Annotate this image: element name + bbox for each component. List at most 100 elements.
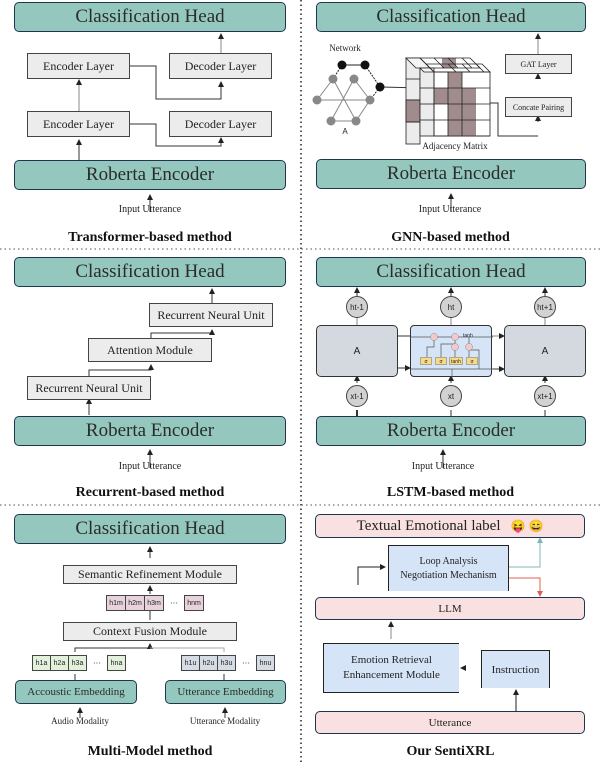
lstm-cell-label: A xyxy=(541,345,549,357)
emotion-retrieval-label-line2: Enhancement Module xyxy=(343,669,440,681)
transformer-caption: Transformer-based method xyxy=(68,230,232,245)
encoder-layer-label: Encoder Layer xyxy=(43,58,114,73)
gnn-head-label: Classification Head xyxy=(376,6,526,27)
attention-module-label: Attention Module xyxy=(107,342,193,357)
instruction-label: Instruction xyxy=(491,663,540,676)
audio-token: hna xyxy=(107,655,126,671)
transformer-decoder-layer-1: Decoder Layer xyxy=(169,111,272,137)
utterance-embedding: Utterance Embedding xyxy=(165,680,286,704)
utterance-box: Utterance xyxy=(315,711,585,734)
ellipsis: ··· xyxy=(242,658,250,668)
gat-layer: GAT Layer xyxy=(505,54,572,74)
roberta-encoder-label: Roberta Encoder xyxy=(85,164,215,185)
context-fusion-module: Context Fusion Module xyxy=(63,622,237,641)
lstm-cell-next: A xyxy=(504,325,586,377)
node-label: A xyxy=(342,127,348,136)
lstm-input-prev: xt-1 xyxy=(346,385,368,407)
concate-pairing-label: Concate Pairing xyxy=(512,102,565,112)
lstm-caption: LSTM-based method xyxy=(386,485,515,500)
multimodal-head-label: Classification Head xyxy=(75,518,225,539)
lstm-output-prev: ht-1 xyxy=(346,296,368,318)
recurrent-head-label: Classification Head xyxy=(75,261,225,282)
transformer-decoder-layer-2: Decoder Layer xyxy=(169,53,272,79)
roberta-encoder-label: Roberta Encoder xyxy=(386,420,516,441)
lstm-classification-head: Classification Head xyxy=(316,257,586,287)
network-label: Network xyxy=(329,43,361,53)
ellipsis: ··· xyxy=(93,658,101,668)
recurrent-input-label: Input Utterance xyxy=(118,461,182,472)
llm-label: LLM xyxy=(438,602,462,615)
llm-box: LLM xyxy=(315,597,585,620)
recurrent-unit-bottom: Recurrent Neural Unit xyxy=(27,376,151,400)
lstm-internal-wiring xyxy=(411,333,493,378)
lstm-output-next: ht+1 xyxy=(534,296,556,318)
forget-gate: σ xyxy=(420,357,432,365)
gnn-roberta-encoder: Roberta Encoder xyxy=(316,159,586,189)
roberta-encoder-label: Roberta Encoder xyxy=(85,420,215,441)
transformer-classification-head: Classification Head xyxy=(14,2,286,32)
textual-emotional-label-box: Textual Emotional label 😝 😄 xyxy=(315,514,585,538)
output-gate: σ xyxy=(466,357,478,365)
textual-emotional-label: Textual Emotional label xyxy=(356,517,501,534)
multimodal-classification-head: Classification Head xyxy=(14,514,286,544)
recurrent-caption: Recurrent-based method xyxy=(75,485,225,500)
audio-modality-label: Audio Modality xyxy=(51,716,109,726)
multimodal-caption: Multi-Model method xyxy=(87,744,213,759)
decoder-layer-label: Decoder Layer xyxy=(184,58,257,73)
recurrent-unit-label: Recurrent Neural Unit xyxy=(35,380,143,395)
recurrent-unit-label: Recurrent Neural Unit xyxy=(157,307,265,322)
transformer-encoder-layer-1: Encoder Layer xyxy=(27,111,130,137)
fused-token: h1m xyxy=(106,595,126,611)
lstm-cell-prev: A xyxy=(316,325,398,377)
adjacency-matrix-label: Adjacency Matrix xyxy=(422,141,488,151)
tanh-label: tanh xyxy=(463,333,473,339)
audio-token-sequence: h1a h2a h3a ··· hna xyxy=(32,655,126,671)
gnn-input-label: Input Utterance xyxy=(418,204,482,215)
fused-token: h2m xyxy=(126,595,145,611)
acoustic-embedding-label: Accoustic Embedding xyxy=(27,686,125,698)
decoder-layer-label: Decoder Layer xyxy=(184,116,257,131)
emotion-retrieval-enhancement-module: Emotion Retrieval Enhancement Module xyxy=(323,643,459,693)
recurrent-roberta-encoder: Roberta Encoder xyxy=(14,416,286,446)
concate-pairing: Concate Pairing xyxy=(505,97,572,117)
gnn-caption: GNN-based method xyxy=(391,230,510,245)
gnn-classification-head: Classification Head xyxy=(316,2,586,32)
utterance-token: h2u xyxy=(200,655,218,671)
lstm-cell-current: tanh σ σ tanh σ xyxy=(410,325,493,378)
lstm-head-label: Classification Head xyxy=(376,261,526,282)
loop-analysis-label-line1: Loop Analysis xyxy=(419,556,478,567)
laughing-emoji-icon: 😝 xyxy=(510,518,526,533)
sentixrl-caption: Our SentiXRL xyxy=(406,744,495,759)
utterance-modality-label: Utterance Modality xyxy=(189,716,261,726)
audio-token: h3a xyxy=(69,655,87,671)
emotion-retrieval-label-line1: Emotion Retrieval xyxy=(351,654,432,667)
recurrent-classification-head: Classification Head xyxy=(14,257,286,287)
transformer-encoder-layer-2: Encoder Layer xyxy=(27,53,130,79)
utterance-token: h1u xyxy=(181,655,200,671)
candidate-gate: tanh xyxy=(449,357,463,365)
utterance-embedding-label: Utterance Embedding xyxy=(177,686,274,698)
lstm-input-next: xt+1 xyxy=(534,385,556,407)
context-fusion-label: Context Fusion Module xyxy=(92,624,207,638)
lstm-cell-label: A xyxy=(353,345,361,357)
utterance-token: hnu xyxy=(256,655,275,671)
utterance-label: Utterance xyxy=(428,716,472,729)
transformer-roberta-encoder: Roberta Encoder xyxy=(14,160,286,190)
network-graph xyxy=(316,64,381,122)
instruction-box: Instruction xyxy=(481,650,550,688)
smiling-emoji-icon: 😄 xyxy=(528,518,544,533)
utterance-token-sequence: h1u h2u h3u ··· hnu xyxy=(181,655,275,671)
attention-module: Attention Module xyxy=(88,338,212,362)
semantic-refinement-label: Semantic Refinement Module xyxy=(78,567,222,581)
input-gate: σ xyxy=(435,357,447,365)
utterance-token: h3u xyxy=(218,655,236,671)
roberta-encoder-label: Roberta Encoder xyxy=(386,163,516,184)
transformer-head-label: Classification Head xyxy=(75,6,225,27)
acoustic-embedding: Accoustic Embedding xyxy=(15,680,137,704)
adjacency-matrix xyxy=(405,57,491,145)
lstm-roberta-encoder: Roberta Encoder xyxy=(316,416,586,446)
encoder-layer-label: Encoder Layer xyxy=(43,116,114,131)
loop-analysis-negotiation-mechanism: Loop Analysis Negotiation Mechanism xyxy=(388,545,509,591)
audio-token: h2a xyxy=(51,655,69,671)
fused-token-sequence: h1m h2m h3m ··· hnm xyxy=(106,595,204,611)
